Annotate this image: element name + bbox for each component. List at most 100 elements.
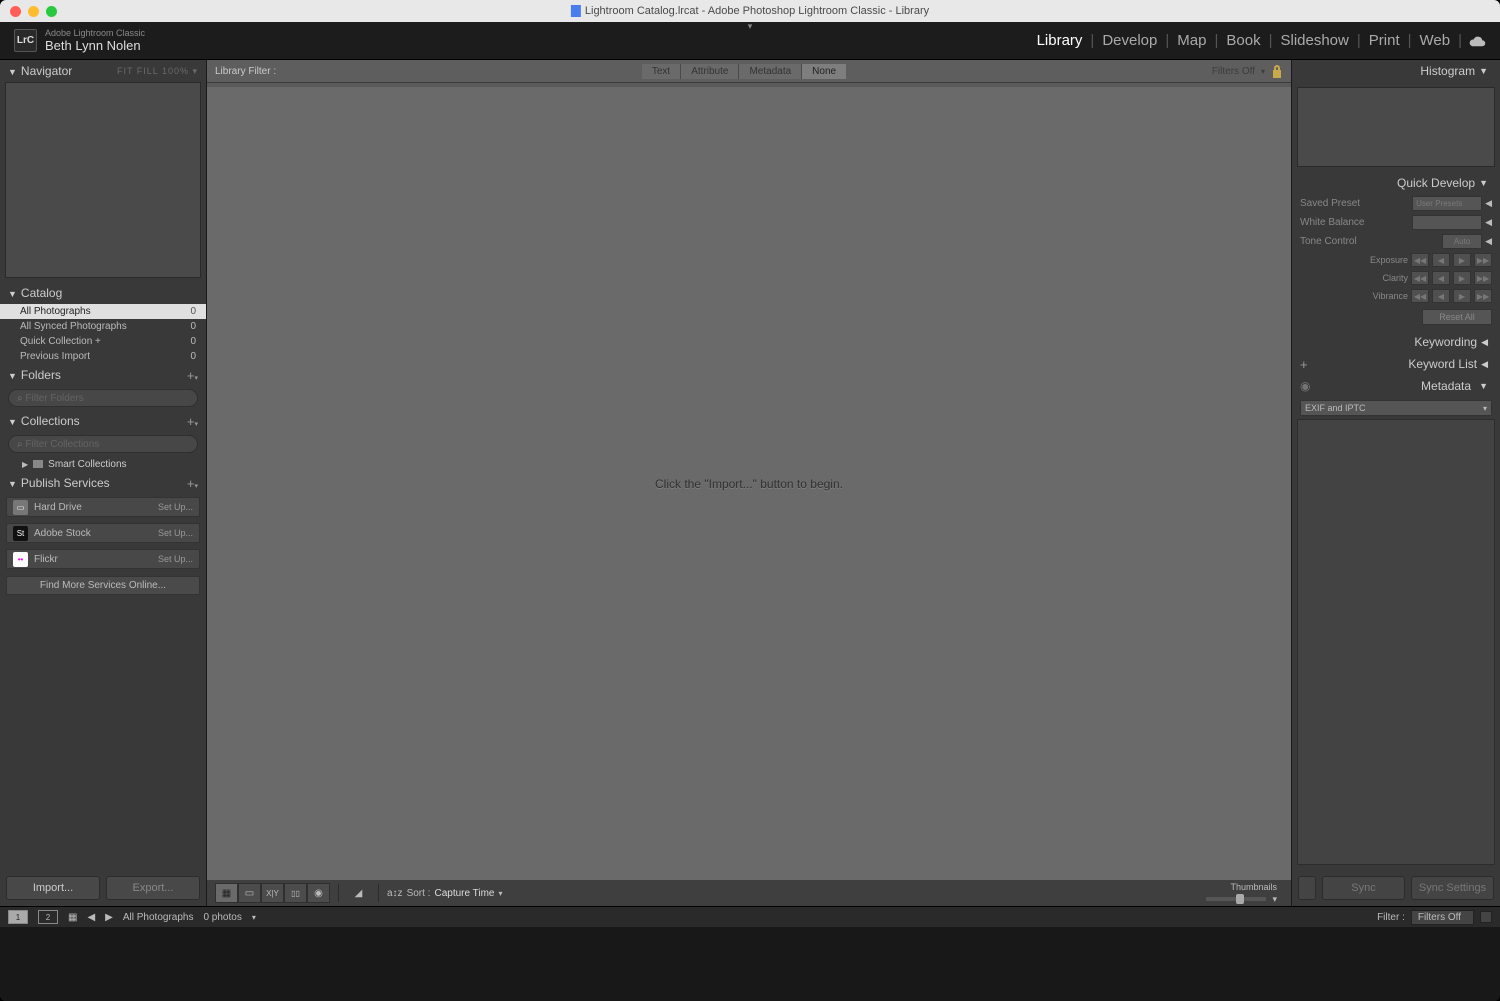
module-slideshow[interactable]: Slideshow (1278, 32, 1350, 49)
sync-button[interactable]: Sync (1322, 876, 1405, 900)
keyword-list-header[interactable]: + Keyword List◀ (1292, 353, 1500, 375)
toolbar-menu-icon[interactable]: ▾ (1272, 894, 1277, 905)
cloud-sync-icon[interactable] (1468, 35, 1486, 47)
vibrance-down-large[interactable]: ◀◀ (1411, 289, 1429, 303)
filmstrip-thumbnails[interactable] (0, 927, 1500, 1001)
nav-back-icon[interactable]: ◀ (87, 912, 95, 923)
module-map[interactable]: Map (1175, 32, 1208, 49)
view-compare-button[interactable]: X|Y (261, 883, 284, 903)
exposure-up-large[interactable]: ▶▶ (1474, 253, 1492, 267)
nav-forward-icon[interactable]: ▶ (105, 912, 113, 923)
add-publish-service-button[interactable]: +▾ (187, 476, 198, 491)
expand-icon[interactable]: ◀ (1485, 198, 1492, 209)
sync-switch[interactable] (1298, 876, 1316, 900)
identity-plate[interactable]: LrC Adobe Lightroom Classic Beth Lynn No… (14, 28, 145, 53)
view-people-button[interactable]: ◉ (307, 883, 330, 903)
exposure-down[interactable]: ◀ (1432, 253, 1450, 267)
white-balance-combo[interactable] (1412, 215, 1482, 230)
auto-tone-button[interactable]: Auto (1442, 234, 1482, 249)
clarity-down[interactable]: ◀ (1432, 271, 1450, 285)
collections-header[interactable]: ▼Collections +▾ (0, 410, 206, 432)
filmstrip-filter-combo[interactable]: Filters Off (1411, 910, 1474, 925)
saved-preset-combo[interactable]: User Presets (1412, 196, 1482, 211)
module-print[interactable]: Print (1367, 32, 1402, 49)
filter-tab-attribute[interactable]: Attribute (680, 64, 738, 79)
vibrance-up[interactable]: ▶ (1453, 289, 1471, 303)
clarity-up-large[interactable]: ▶▶ (1474, 271, 1492, 285)
metadata-preset-combo[interactable]: EXIF and IPTC ▾ (1300, 400, 1492, 416)
module-web[interactable]: Web (1418, 32, 1453, 49)
metadata-header[interactable]: ◉ Metadata▼ (1292, 375, 1500, 397)
chevron-down-icon[interactable]: ▾ (499, 889, 503, 898)
view-survey-button[interactable]: ▯▯ (284, 883, 307, 903)
zoom-window-button[interactable] (46, 6, 57, 17)
filter-tab-text[interactable]: Text (642, 64, 680, 79)
module-develop[interactable]: Develop (1100, 32, 1159, 49)
close-window-button[interactable] (10, 6, 21, 17)
catalog-row-quick-collection[interactable]: Quick Collection + 0 (0, 334, 206, 349)
folders-filter-placeholder: Filter Folders (25, 393, 83, 404)
navigator-zoom-modes[interactable]: FIT FILL 100% ▾ (117, 66, 198, 77)
add-keyword-button[interactable]: + (1300, 357, 1308, 372)
navigator-header[interactable]: ▼Navigator FIT FILL 100% ▾ (0, 60, 206, 82)
filter-tab-none[interactable]: None (801, 64, 846, 79)
exposure-up[interactable]: ▶ (1453, 253, 1471, 267)
catalog-header[interactable]: ▼Catalog (0, 282, 206, 304)
breadcrumb[interactable]: All Photographs (123, 912, 194, 923)
view-loupe-button[interactable]: ▭ (238, 883, 261, 903)
monitor-2-button[interactable]: 2 (38, 910, 58, 924)
sync-settings-button[interactable]: Sync Settings (1411, 876, 1494, 900)
sort-value[interactable]: Capture Time (434, 888, 494, 899)
reset-all-button[interactable]: Reset All (1422, 309, 1492, 325)
histogram-display[interactable] (1297, 87, 1495, 167)
publish-setup-link[interactable]: Set Up... (158, 528, 193, 538)
view-grid-button[interactable]: ▦ (215, 883, 238, 903)
navigator-preview[interactable] (5, 82, 201, 278)
vibrance-down[interactable]: ◀ (1432, 289, 1450, 303)
vibrance-up-large[interactable]: ▶▶ (1474, 289, 1492, 303)
minimize-window-button[interactable] (28, 6, 39, 17)
painter-tool-button[interactable]: ◢ (347, 883, 370, 903)
folders-header[interactable]: ▼Folders +▾ (0, 364, 206, 386)
filter-lock-icon[interactable] (1271, 64, 1283, 78)
clarity-down-large[interactable]: ◀◀ (1411, 271, 1429, 285)
module-book[interactable]: Book (1224, 32, 1262, 49)
find-more-services-button[interactable]: Find More Services Online... (6, 576, 200, 595)
folders-filter-input[interactable]: ⌕ Filter Folders (8, 389, 198, 407)
histogram-header[interactable]: Histogram▼ (1292, 60, 1500, 82)
chevron-down-icon[interactable]: ▾ (1261, 67, 1265, 76)
import-button[interactable]: Import... (6, 876, 100, 900)
export-button[interactable]: Export... (106, 876, 200, 900)
catalog-row-previous-import[interactable]: Previous Import 0 (0, 349, 206, 364)
module-library[interactable]: Library (1035, 32, 1085, 49)
eye-icon[interactable]: ◉ (1300, 379, 1310, 393)
catalog-row-synced[interactable]: All Synced Photographs 0 (0, 319, 206, 334)
filmstrip-filter-switch[interactable] (1480, 911, 1492, 923)
expand-icon[interactable]: ◀ (1485, 236, 1492, 247)
publish-row-adobe-stock[interactable]: St Adobe Stock Set Up... (6, 523, 200, 543)
smart-collections-row[interactable]: ▶ Smart Collections (0, 456, 206, 472)
grid-icon[interactable]: ▦ (68, 912, 77, 923)
publish-row-flickr[interactable]: •• Flickr Set Up... (6, 549, 200, 569)
catalog-row-all-photographs[interactable]: All Photographs 0 (0, 304, 206, 319)
sort-direction-icon[interactable]: a↕z (387, 888, 403, 899)
grid-view[interactable]: Click the "Import..." button to begin. (207, 83, 1291, 880)
navigator-title: Navigator (21, 64, 72, 78)
publish-row-hard-drive[interactable]: ▭ Hard Drive Set Up... (6, 497, 200, 517)
monitor-1-button[interactable]: 1 (8, 910, 28, 924)
chevron-down-icon[interactable]: ▾ (252, 913, 256, 922)
thumbnail-size-slider[interactable] (1206, 897, 1266, 901)
filters-off-label[interactable]: Filters Off (1212, 66, 1255, 77)
collections-filter-input[interactable]: ⌕ Filter Collections (8, 435, 198, 453)
publish-setup-link[interactable]: Set Up... (158, 502, 193, 512)
quick-develop-header[interactable]: Quick Develop▼ (1292, 172, 1500, 194)
publish-setup-link[interactable]: Set Up... (158, 554, 193, 564)
expand-icon[interactable]: ◀ (1485, 217, 1492, 228)
add-folder-button[interactable]: +▾ (187, 368, 198, 383)
add-collection-button[interactable]: +▾ (187, 414, 198, 429)
filter-tab-metadata[interactable]: Metadata (738, 64, 801, 79)
keywording-header[interactable]: Keywording◀ (1292, 331, 1500, 353)
publish-header[interactable]: ▼Publish Services +▾ (0, 472, 206, 494)
clarity-up[interactable]: ▶ (1453, 271, 1471, 285)
exposure-down-large[interactable]: ◀◀ (1411, 253, 1429, 267)
